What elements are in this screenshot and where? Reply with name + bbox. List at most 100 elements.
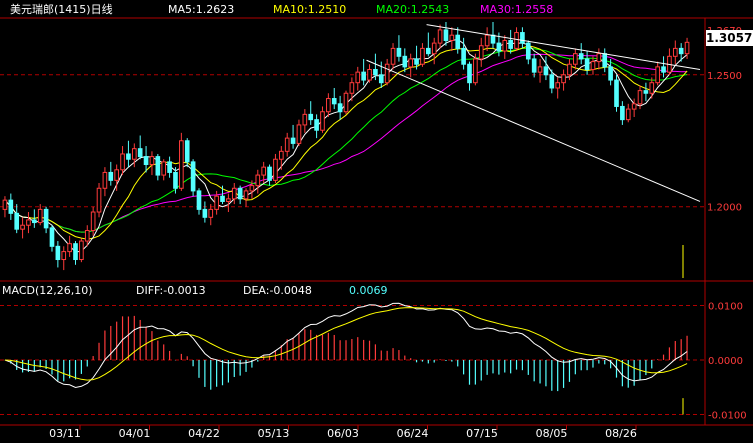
candle-up: [326, 98, 331, 113]
channel-upper-line: [426, 24, 701, 70]
candle-down: [467, 63, 472, 84]
candle-down: [137, 148, 143, 158]
macd-value: 0.0069: [349, 284, 388, 297]
candle-down: [155, 156, 161, 176]
candle-up: [26, 219, 31, 226]
candle-down: [8, 199, 14, 214]
diff-value: DIFF:-0.0013: [136, 284, 206, 297]
candle-down: [43, 208, 49, 229]
candle-up: [273, 158, 278, 181]
candle-down: [361, 71, 366, 81]
candle-up: [420, 47, 425, 65]
price-tick-label: 1.2000: [707, 203, 742, 214]
candle-down: [337, 103, 343, 113]
candle-up: [208, 208, 214, 218]
candle-down: [143, 156, 149, 166]
candle-up: [655, 66, 660, 84]
ma30-value: MA30:1.2558: [480, 3, 554, 16]
candle-up: [555, 82, 561, 89]
candle-up: [96, 187, 102, 213]
candle-up: [431, 42, 437, 55]
candle-down: [490, 34, 496, 44]
candle-down: [525, 42, 531, 60]
candle-down: [496, 42, 502, 52]
date-tick-label: 05/13: [258, 427, 290, 440]
candle-down: [32, 219, 37, 224]
candle-down: [531, 58, 537, 73]
candle-up: [102, 171, 108, 189]
candle-down: [184, 140, 190, 163]
candle-up: [243, 190, 249, 200]
candle-down: [396, 47, 402, 57]
candle-up: [567, 63, 572, 76]
candle-up: [590, 61, 596, 71]
candle-up: [367, 69, 372, 81]
candle-up: [20, 224, 25, 230]
candle-down: [314, 119, 319, 131]
candle-up: [226, 198, 231, 202]
candle-down: [578, 53, 584, 60]
ma10-value: MA10:1.2510: [273, 3, 347, 16]
candle-down: [173, 171, 178, 189]
candle-down: [237, 187, 243, 200]
candle-down: [584, 58, 590, 71]
candle-up: [284, 137, 290, 152]
candle-down: [331, 98, 337, 105]
date-tick-label: 04/01: [119, 427, 151, 440]
candle-down: [202, 208, 208, 218]
candle-up: [537, 66, 543, 73]
candle-up: [596, 53, 602, 63]
candle-up: [161, 161, 167, 176]
candle-up: [2, 199, 8, 210]
date-tick-label: 06/24: [397, 427, 429, 440]
chart-title: 美元瑞郎(1415)日线: [10, 3, 113, 16]
candle-down: [614, 79, 619, 107]
candle-up: [384, 63, 390, 84]
candle-up: [296, 124, 302, 144]
candle-down: [426, 47, 431, 55]
candle-up: [437, 29, 443, 44]
candle-up: [473, 58, 478, 84]
ma5-value: MA5:1.2623: [168, 3, 235, 16]
candle-down: [190, 161, 196, 192]
candle-up: [343, 92, 349, 113]
candle-down: [602, 53, 608, 68]
candle-down: [643, 90, 649, 94]
candle-up: [261, 166, 266, 176]
candle-down: [373, 69, 378, 76]
dea-value: DEA:-0.0048: [243, 284, 312, 297]
candle-down: [73, 243, 78, 261]
candle-up: [625, 108, 631, 121]
candle-down: [549, 74, 555, 89]
candle-up: [278, 150, 284, 160]
candle-up: [561, 74, 566, 84]
channel-lower-line: [366, 59, 701, 202]
candle-down: [543, 66, 549, 76]
candle-down: [455, 34, 461, 49]
candle-down: [267, 166, 272, 181]
candle-up: [502, 39, 508, 52]
candle-down: [308, 113, 314, 121]
candle-up: [302, 113, 308, 126]
candle-up: [231, 187, 237, 200]
candle-down: [290, 137, 296, 144]
candle-up: [355, 71, 361, 84]
date-tick-label: 03/11: [49, 427, 81, 440]
candle-up: [90, 211, 96, 231]
candle-up: [149, 156, 155, 166]
macd-tick-label: 0.0000: [708, 356, 743, 367]
price-tick-label: 1.2500: [707, 71, 742, 82]
candle-up: [349, 82, 355, 94]
candle-up: [255, 174, 261, 187]
candle-down: [378, 74, 384, 84]
candle-up: [484, 34, 490, 47]
macd-tick-label: 0.0100: [708, 301, 743, 312]
date-tick-label: 07/15: [466, 427, 498, 440]
candle-up: [249, 185, 255, 192]
candle-up: [631, 103, 637, 110]
date-tick-label: 04/22: [188, 427, 220, 440]
candle-up: [84, 229, 90, 242]
current-price-box: 1.3057: [706, 30, 753, 46]
candle-down: [196, 190, 202, 210]
candle-down: [402, 55, 408, 68]
